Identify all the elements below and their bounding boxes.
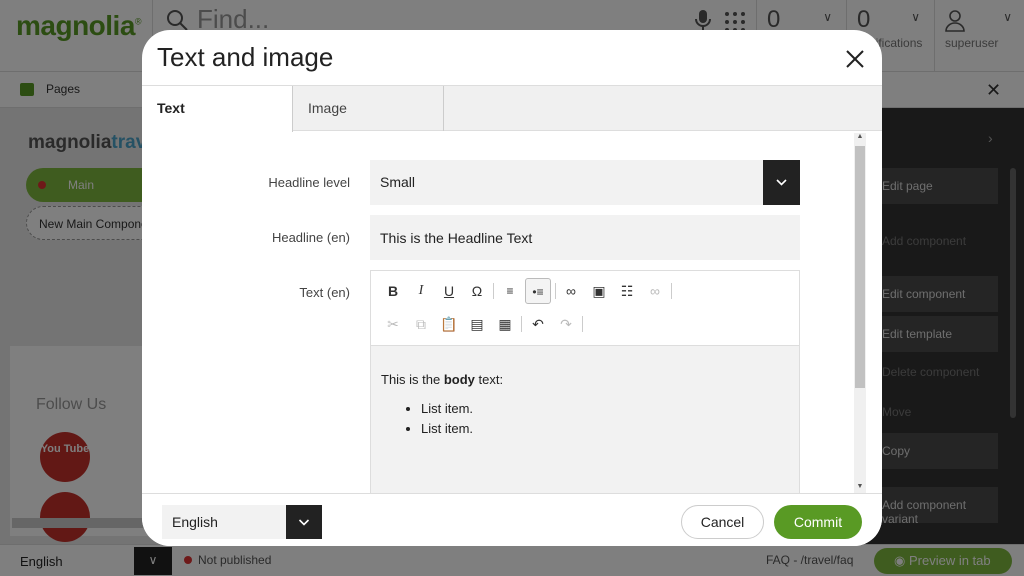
chevron-down-icon	[776, 179, 787, 186]
text-label: Text (en)	[299, 285, 350, 300]
underline-icon[interactable]: U	[436, 278, 462, 304]
italic-icon[interactable]: I	[408, 278, 434, 304]
dialog-language-select[interactable]: English	[162, 505, 322, 539]
undo-icon[interactable]: ↶	[525, 311, 551, 337]
list-item: List item.	[421, 421, 789, 436]
close-icon[interactable]	[842, 46, 868, 72]
commit-button[interactable]: Commit	[774, 505, 862, 539]
toolbar-separator	[521, 316, 522, 332]
language-value: English	[172, 514, 218, 530]
paste-text-icon[interactable]: ▤	[464, 311, 490, 337]
paste-icon[interactable]: 📋	[436, 311, 462, 337]
dialog-tabs: Text Image	[142, 85, 882, 132]
internal-link-icon[interactable]: ▣	[586, 278, 612, 304]
headline-level-label: Headline level	[268, 175, 350, 190]
bold-icon[interactable]: B	[380, 278, 406, 304]
paste-word-icon[interactable]: ▦	[492, 311, 518, 337]
bulleted-list-icon[interactable]: •≡	[525, 278, 551, 304]
headline-level-value: Small	[380, 174, 416, 190]
copy-icon[interactable]: ⧉	[408, 311, 434, 337]
redo-icon[interactable]: ↷	[553, 311, 579, 337]
bulleted-list: List item. List item.	[381, 401, 789, 436]
editor-toolbar: B I U Ω ≡ •≡ ∞ ▣ ☷ ∞ ✂ ⧉ 📋 ▤ ▦ ↶ ↷	[371, 271, 799, 346]
scroll-up-icon[interactable]: ▲	[854, 133, 866, 145]
tab-text[interactable]: Text	[142, 86, 293, 132]
dropdown-toggle[interactable]	[763, 160, 800, 205]
cancel-button[interactable]: Cancel	[681, 505, 764, 539]
dialog-footer: English Cancel Commit	[142, 493, 882, 546]
rich-text-editor: B I U Ω ≡ •≡ ∞ ▣ ☷ ∞ ✂ ⧉ 📋 ▤ ▦ ↶ ↷ This …	[370, 270, 800, 493]
dropdown-toggle[interactable]	[286, 505, 322, 539]
dialog-form: Headline level Small Headline (en) Text …	[142, 131, 854, 493]
headline-input[interactable]	[370, 215, 800, 260]
headline-label: Headline (en)	[271, 230, 350, 245]
toolbar-separator	[555, 283, 556, 299]
chevron-down-icon	[298, 519, 310, 526]
dialog-title: Text and image	[157, 42, 334, 72]
toolbar-separator	[671, 283, 672, 299]
unlink-icon[interactable]: ∞	[642, 278, 668, 304]
form-scrollbar[interactable]: ▲ ▼	[854, 133, 866, 495]
headline-level-select[interactable]: Small	[370, 160, 800, 205]
editor-content[interactable]: This is the body text: List item. List i…	[371, 346, 799, 493]
tab-image[interactable]: Image	[293, 86, 444, 131]
list-item: List item.	[421, 401, 789, 416]
special-char-icon[interactable]: Ω	[464, 278, 490, 304]
text-and-image-dialog: Text and image Text Image Headline level…	[142, 30, 882, 546]
cut-icon[interactable]: ✂	[380, 311, 406, 337]
asset-link-icon[interactable]: ☷	[614, 278, 640, 304]
toolbar-separator	[582, 316, 583, 332]
scrollbar-thumb[interactable]	[855, 146, 865, 388]
link-icon[interactable]: ∞	[558, 278, 584, 304]
numbered-list-icon[interactable]: ≡	[497, 278, 523, 304]
toolbar-separator	[493, 283, 494, 299]
body-paragraph: This is the body text:	[381, 372, 504, 387]
